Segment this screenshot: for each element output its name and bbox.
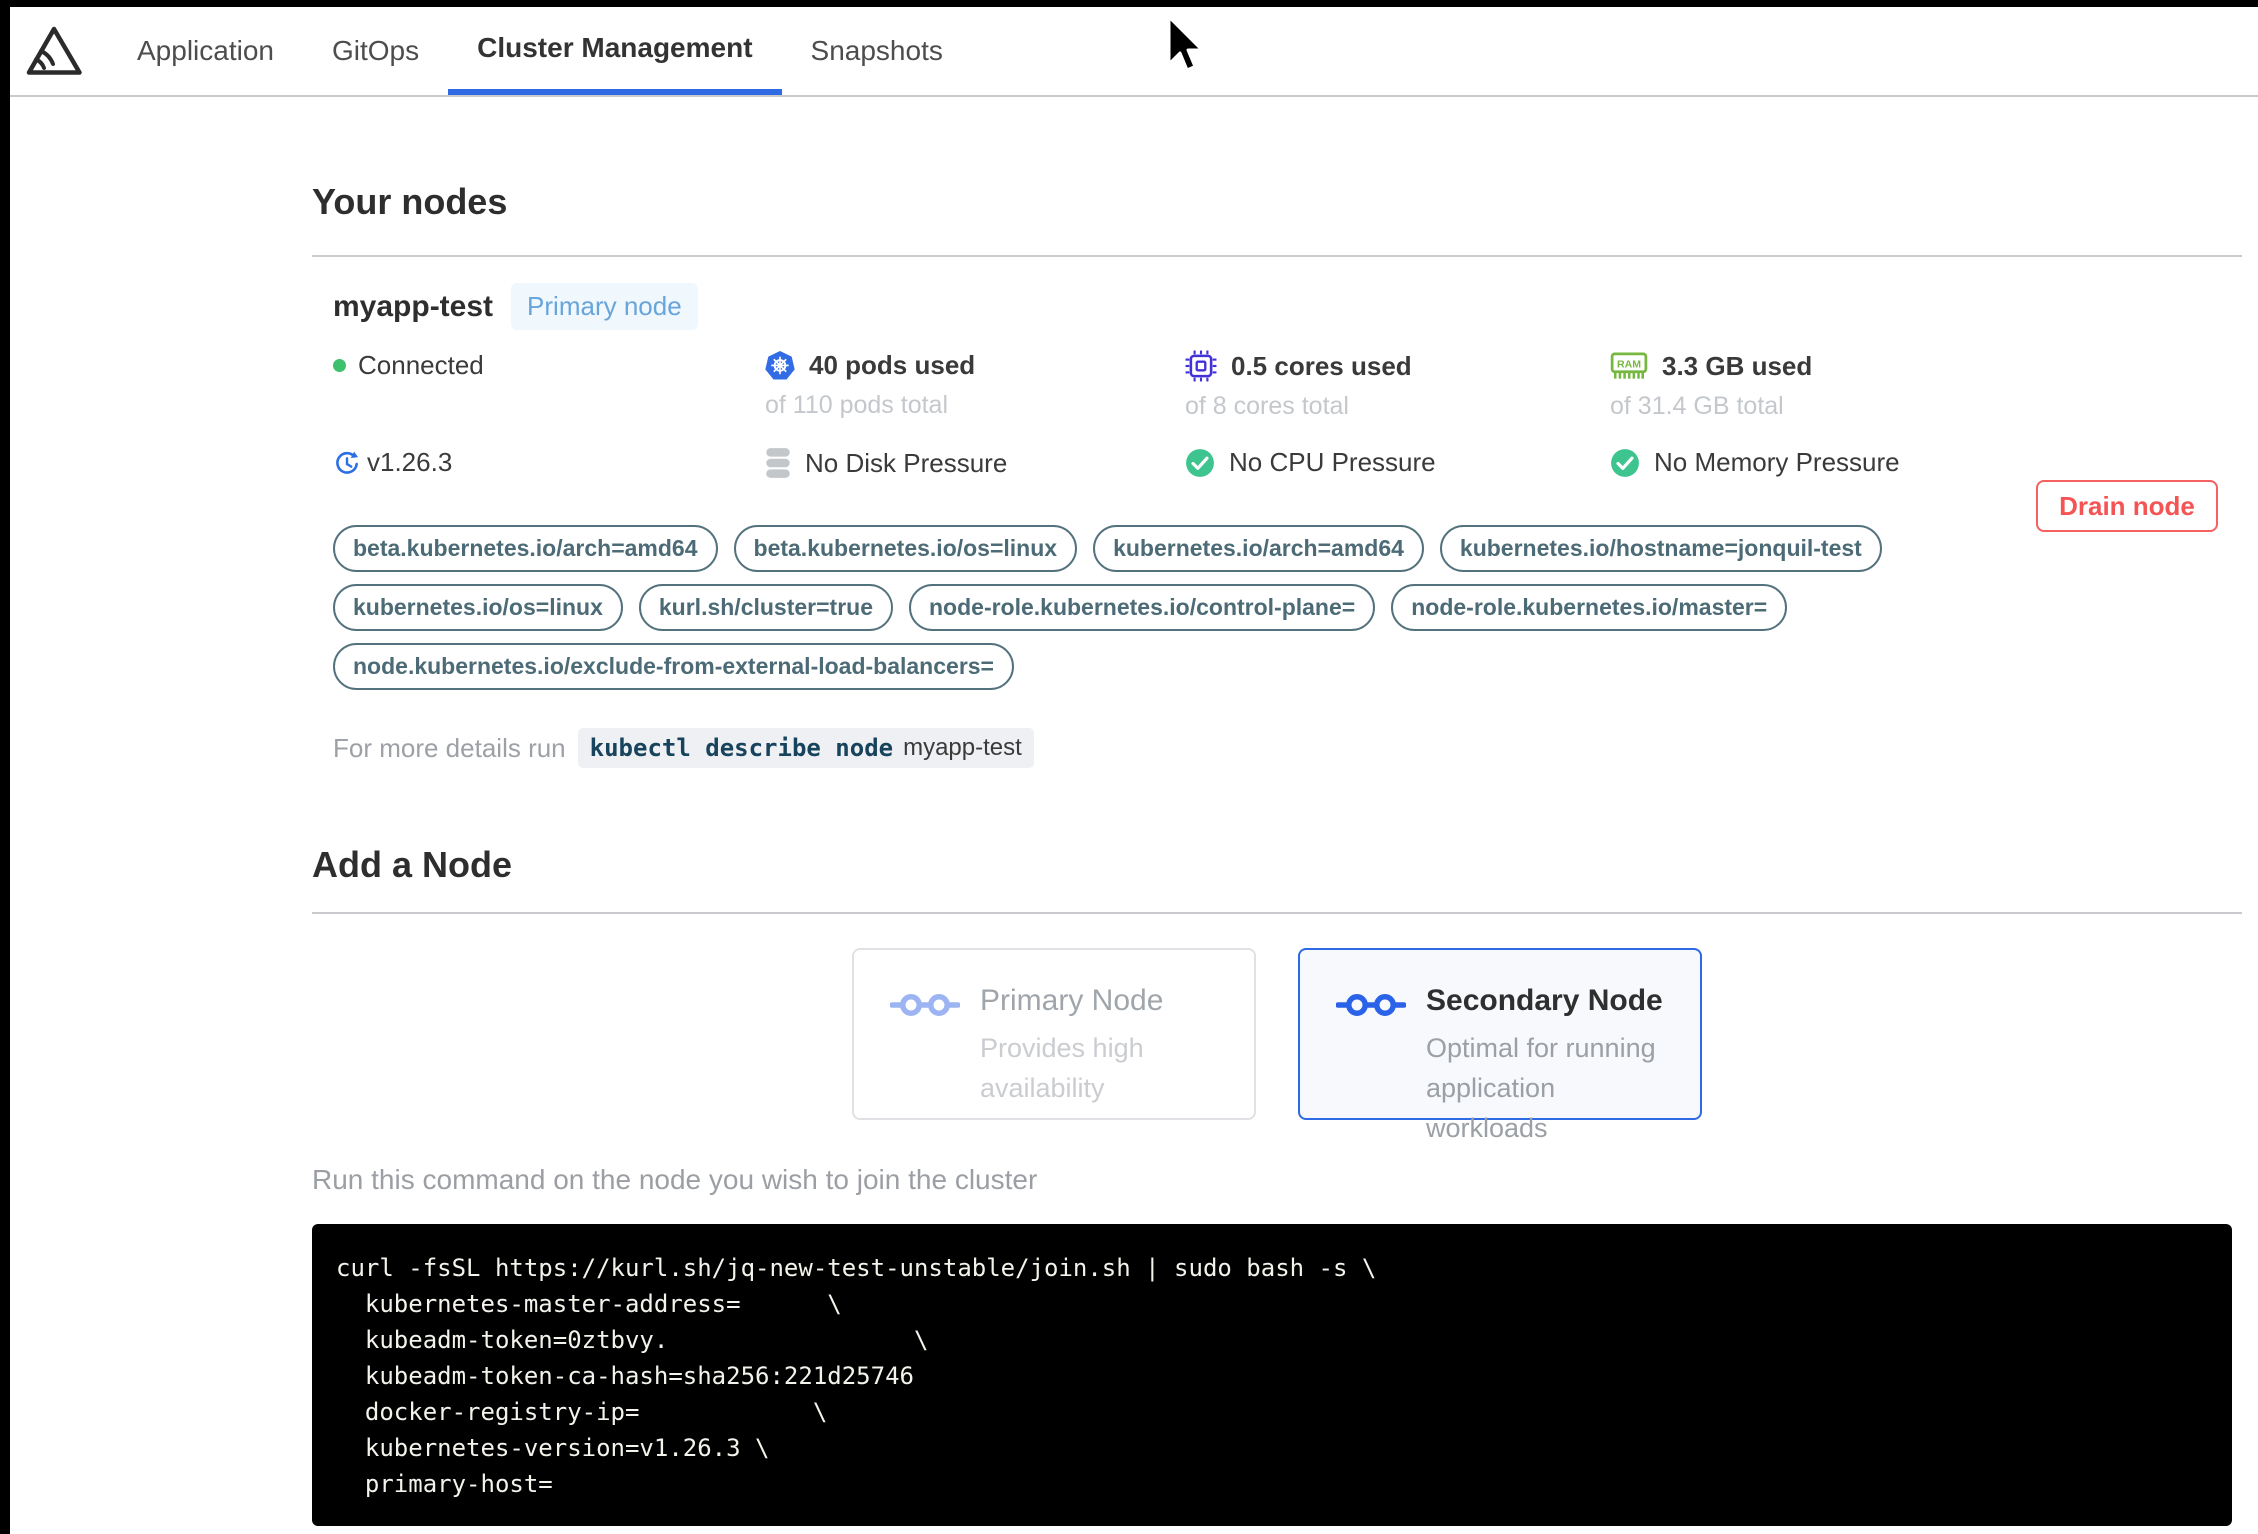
check-circle-icon (1611, 448, 1639, 477)
check-circle-icon (1186, 448, 1214, 477)
window-top-edge (0, 0, 2258, 7)
tab-label: Snapshots (810, 35, 943, 66)
node-label-chip: node.kubernetes.io/exclude-from-external… (333, 643, 1014, 690)
node-label-chip: node-role.kubernetes.io/control-plane= (909, 584, 1376, 631)
node-details-hint: For more details run kubectl describe no… (333, 728, 2242, 768)
svg-text:RAM: RAM (1617, 359, 1641, 371)
primary-node-option[interactable]: Primary Node Provides high availability (852, 948, 1256, 1120)
linked-nodes-icon (1336, 994, 1406, 1016)
tab-snapshots[interactable]: Snapshots (782, 7, 972, 95)
disk-icon (766, 448, 790, 478)
cpu-chip-icon (1185, 350, 1217, 382)
primary-node-badge: Primary node (511, 283, 698, 330)
code-line: curl -fsSL https://kurl.sh/jq-new-test-u… (336, 1254, 1377, 1282)
code-line: kubeadm-token-ca-hash=sha256:221d25746 (336, 1362, 914, 1390)
tab-label: GitOps (331, 35, 420, 66)
cores-stat: 0.5 cores used of 8 cores total (1185, 350, 1610, 421)
node-stats-row-1: Connected 40 pods used of 110 pods total… (333, 350, 2242, 421)
linked-nodes-icon (890, 994, 960, 1016)
tab-label: Cluster Management (477, 32, 753, 63)
secondary-node-option[interactable]: Secondary Node Optimal for running appli… (1298, 948, 1702, 1143)
node-version: v1.26.3 (333, 447, 765, 478)
section-divider (312, 255, 2242, 257)
memory-stat: RAM 3.3 GB used of 31.4 GB total (1610, 350, 2242, 421)
details-prefix: For more details run (333, 732, 566, 763)
node-label-chip: beta.kubernetes.io/os=linux (733, 525, 1078, 572)
memory-used-label: 3.3 GB used (1662, 350, 1813, 381)
kubectl-node-name: myapp-test (903, 734, 1022, 761)
top-nav: Application GitOps Cluster Management Sn… (0, 7, 2258, 97)
code-line: docker-registry-ip= \ (336, 1398, 828, 1426)
app-logo (0, 7, 108, 95)
code-line: kubernetes-version=v1.26.3 \ (336, 1434, 770, 1462)
node-header: myapp-test Primary node (333, 283, 2242, 330)
section-divider (312, 912, 2242, 914)
disk-pressure-status: No Disk Pressure (765, 447, 1185, 479)
add-a-node-title: Add a Node (312, 844, 513, 885)
node-label-chip: kubernetes.io/os=linux (333, 584, 623, 631)
node-label-chip: kubernetes.io/hostname=jonquil-test (1439, 525, 1882, 572)
pods-used-label: 40 pods used (809, 350, 976, 380)
drain-node-button[interactable]: Drain node (2036, 480, 2218, 532)
cores-total-label: of 8 cores total (1185, 392, 1349, 420)
your-nodes-title: Your nodes (312, 181, 508, 222)
node-label-chip: kurl.sh/cluster=true (638, 584, 893, 631)
node-label-chip: beta.kubernetes.io/arch=amd64 (333, 525, 718, 572)
node-labels: beta.kubernetes.io/arch=amd64 beta.kuber… (333, 525, 2113, 690)
code-line: primary-host= (336, 1470, 553, 1498)
ram-icon: RAM (1610, 352, 1648, 379)
connected-dot-icon (333, 359, 346, 372)
node-label-chip: node-role.kubernetes.io/master= (1391, 584, 1788, 631)
secondary-node-option-desc: Optimal for running application workload… (1426, 1033, 1656, 1143)
node-type-options: Primary Node Provides high availability … (312, 948, 2242, 1143)
memory-pressure-label: No Memory Pressure (1654, 447, 1900, 477)
node-version-label: v1.26.3 (367, 447, 453, 477)
memory-pressure-status: No Memory Pressure (1610, 447, 2242, 478)
version-history-icon (336, 451, 358, 474)
primary-node-option-desc: Provides high availability (980, 1033, 1144, 1103)
kubectl-command: kubectl describe node (589, 734, 894, 762)
node-card: myapp-test Primary node Connected 40 pod… (312, 283, 2242, 768)
tab-label: Application (137, 35, 274, 66)
window-left-edge (0, 0, 10, 1534)
tab-application[interactable]: Application (108, 7, 303, 95)
node-name: myapp-test (333, 289, 494, 323)
disk-pressure-label: No Disk Pressure (805, 447, 1008, 478)
join-command-code-block: curl -fsSL https://kurl.sh/jq-new-test-u… (312, 1224, 2232, 1526)
kubernetes-icon (765, 350, 795, 379)
kurl-logo-icon (26, 26, 82, 75)
primary-node-option-text: Primary Node Provides high availability (980, 984, 1230, 1118)
pods-total-label: of 110 pods total (765, 391, 949, 419)
cores-used-label: 0.5 cores used (1231, 350, 1412, 381)
cpu-pressure-label: No CPU Pressure (1229, 447, 1436, 477)
node-status-label: Connected (358, 350, 484, 380)
node-stats-row-2: v1.26.3 No Disk Pressure No CPU Pressure… (333, 447, 2242, 479)
secondary-node-option-text: Secondary Node Optimal for running appli… (1426, 984, 1676, 1143)
memory-total-label: of 31.4 GB total (1610, 392, 1784, 420)
cluster-management-page: Application GitOps Cluster Management Sn… (0, 0, 2258, 1534)
node-label-chip: kubernetes.io/arch=amd64 (1093, 525, 1424, 572)
code-line: kubernetes-master-address= \ (336, 1290, 842, 1318)
tab-gitops[interactable]: GitOps (303, 7, 448, 95)
kubectl-describe-snippet: kubectl describe node myapp-test (577, 728, 1034, 768)
secondary-node-option-title: Secondary Node (1426, 984, 1663, 1017)
nav-tabs: Application GitOps Cluster Management Sn… (108, 7, 972, 95)
node-status: Connected (333, 350, 765, 381)
primary-node-option-title: Primary Node (980, 984, 1164, 1017)
cpu-pressure-status: No CPU Pressure (1185, 447, 1610, 478)
main-content: Your nodes myapp-test Primary node Conne… (0, 181, 2258, 1534)
code-line: kubeadm-token=0ztbvy. \ (336, 1326, 929, 1354)
pods-stat: 40 pods used of 110 pods total (765, 350, 1185, 420)
tab-cluster-management[interactable]: Cluster Management (448, 7, 782, 95)
join-command-instructions: Run this command on the node you wish to… (312, 1164, 1038, 1195)
